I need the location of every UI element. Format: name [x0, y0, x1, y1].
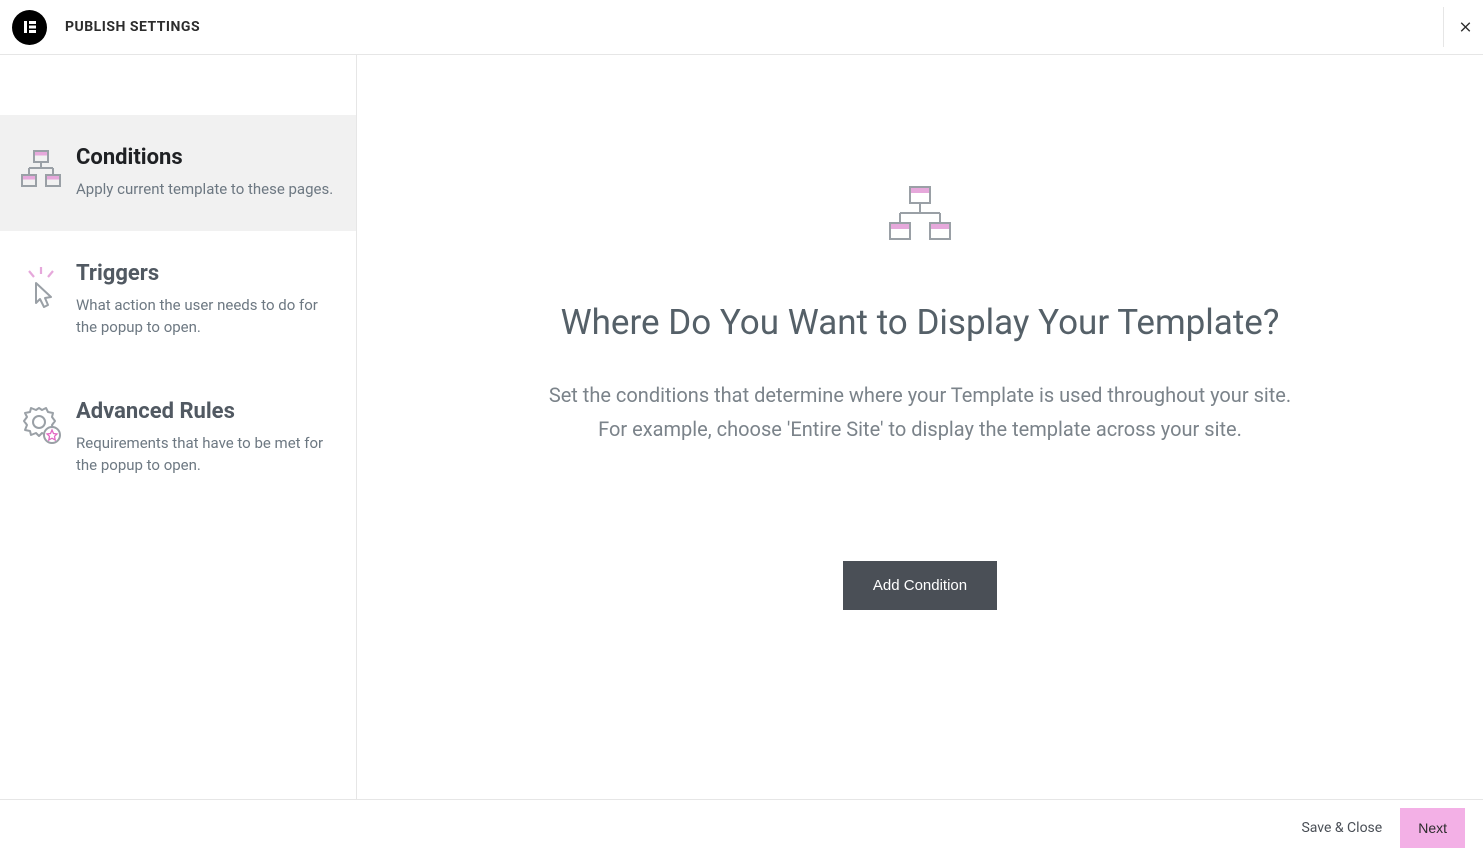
tab-description: Requirements that have to be met for the…: [76, 432, 336, 477]
close-button[interactable]: [1443, 7, 1471, 47]
content-heading: Where Do You Want to Display Your Templa…: [561, 302, 1280, 343]
footer: Save & Close Next: [0, 799, 1483, 855]
header: PUBLISH SETTINGS: [0, 0, 1483, 55]
tab-title: Advanced Rules: [76, 399, 336, 424]
tab-description: Apply current template to these pages.: [76, 178, 336, 201]
gear-star-icon: [16, 399, 66, 477]
content-panel: Where Do You Want to Display Your Templa…: [357, 55, 1483, 799]
tab-description: What action the user needs to do for the…: [76, 294, 336, 339]
tab-conditions[interactable]: Conditions Apply current template to the…: [0, 115, 356, 231]
tab-title: Conditions: [76, 145, 336, 170]
close-icon: [1460, 18, 1471, 36]
add-condition-button[interactable]: Add Condition: [843, 561, 997, 610]
save-close-button[interactable]: Save & Close: [1301, 820, 1382, 836]
tab-title: Triggers: [76, 261, 336, 286]
hierarchy-large-icon: [888, 185, 952, 247]
tab-triggers[interactable]: Triggers What action the user needs to d…: [0, 231, 356, 369]
sidebar: Conditions Apply current template to the…: [0, 55, 357, 799]
main: Conditions Apply current template to the…: [0, 55, 1483, 799]
tab-advanced-rules[interactable]: Advanced Rules Requirements that have to…: [0, 369, 356, 507]
elementor-logo: [12, 10, 47, 45]
content-description: Set the conditions that determine where …: [549, 378, 1291, 446]
click-icon: [16, 261, 66, 339]
hierarchy-icon: [16, 145, 66, 201]
header-title: PUBLISH SETTINGS: [65, 19, 200, 35]
next-button[interactable]: Next: [1400, 808, 1465, 848]
